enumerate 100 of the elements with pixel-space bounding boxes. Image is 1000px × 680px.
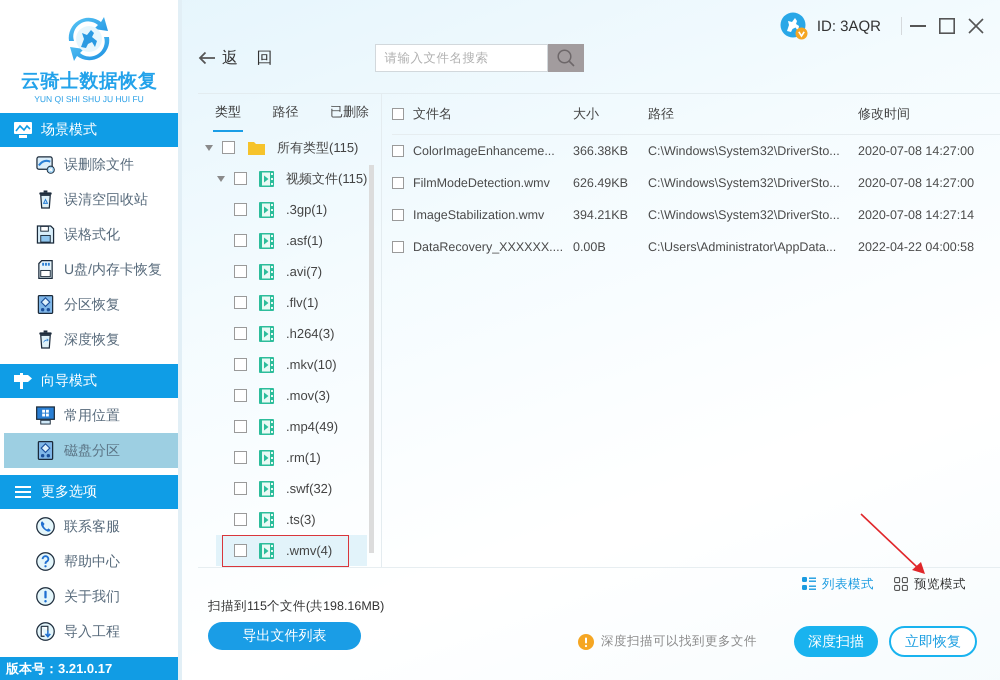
- tree-item[interactable]: .mov(3): [216, 380, 368, 411]
- tree-checkbox[interactable]: [234, 358, 247, 371]
- close-button[interactable]: [968, 18, 984, 34]
- video-file-icon: [259, 232, 274, 248]
- tree-item[interactable]: .mkv(10): [216, 349, 368, 380]
- video-file-icon: [259, 450, 274, 466]
- document-icon: [36, 622, 55, 641]
- video-file-icon: [259, 480, 274, 496]
- video-file-icon: [259, 388, 274, 404]
- column-header[interactable]: 大小: [573, 105, 599, 123]
- table-cell: ImageStabilization.wmv: [413, 208, 544, 222]
- video-file-icon: [259, 202, 274, 218]
- monitor-icon: [36, 406, 55, 425]
- table-cell: 2020-07-08 14:27:14: [858, 208, 974, 222]
- deep-scan-tip: 深度扫描可以找到更多文件: [601, 633, 757, 650]
- tree-item[interactable]: .rm(1): [216, 442, 368, 473]
- tree-checkbox[interactable]: [234, 172, 247, 185]
- sidebar-item[interactable]: 分区恢复: [4, 287, 178, 322]
- monitor-icon: [14, 122, 32, 138]
- table-cell: FilmModeDetection.wmv: [413, 176, 550, 190]
- sidebar-item[interactable]: 误格式化: [4, 217, 178, 252]
- search-button[interactable]: [548, 44, 584, 72]
- table-cell: 394.21KB: [573, 208, 628, 222]
- tree-item[interactable]: .3gp(1): [216, 194, 368, 225]
- video-file-icon: [259, 326, 274, 342]
- sidebar-item[interactable]: 常用位置: [4, 398, 178, 433]
- tree-item[interactable]: 视频文件(115): [216, 163, 368, 194]
- tree-checkbox[interactable]: [234, 296, 247, 309]
- maximize-button[interactable]: [939, 18, 955, 34]
- sidebar-item[interactable]: 导入工程: [4, 614, 178, 649]
- tree-checkbox[interactable]: [234, 265, 247, 278]
- tree-item[interactable]: .flv(1): [216, 287, 368, 318]
- section-title: 向导模式: [41, 372, 97, 390]
- logo-subtitle: YUN QI SHI SHU JU HUI FU: [34, 94, 144, 105]
- tree-checkbox[interactable]: [222, 141, 235, 154]
- table-cell: 2022-04-22 04:00:58: [858, 240, 974, 254]
- card-icon: [36, 155, 55, 174]
- search-field[interactable]: 请输入文件名搜索: [375, 44, 548, 72]
- tree-checkbox[interactable]: [234, 389, 247, 402]
- tree-checkbox[interactable]: [234, 544, 247, 557]
- video-file-icon: [259, 264, 274, 280]
- tree-checkbox[interactable]: [234, 451, 247, 464]
- tree-checkbox[interactable]: [234, 482, 247, 495]
- tree-item[interactable]: .asf(1): [216, 225, 368, 256]
- video-file-icon: [259, 170, 274, 186]
- sidebar-item[interactable]: 误删除文件: [4, 147, 178, 182]
- tree-item[interactable]: .ts(3): [216, 504, 368, 535]
- filter-tab[interactable]: 类型: [213, 94, 243, 132]
- table-cell: 366.38KB: [573, 144, 628, 158]
- expand-triangle-icon[interactable]: [217, 176, 225, 182]
- expand-triangle-icon[interactable]: [205, 144, 213, 150]
- column-header[interactable]: 路径: [648, 105, 674, 123]
- tree-item[interactable]: .wmv(4): [216, 535, 368, 566]
- tree-item[interactable]: .mp4(49): [216, 411, 368, 442]
- list-view-icon: [802, 577, 816, 591]
- row-checkbox[interactable]: [392, 209, 404, 221]
- tree-checkbox[interactable]: [234, 327, 247, 340]
- tree-checkbox[interactable]: [234, 203, 247, 216]
- view-mode-button[interactable]: 预览模式: [894, 574, 966, 594]
- video-file-icon: [259, 418, 274, 434]
- scrollbar[interactable]: [369, 165, 374, 553]
- help-icon: [36, 552, 55, 571]
- tree-item[interactable]: .avi(7): [216, 256, 368, 287]
- select-all-checkbox[interactable]: [392, 108, 404, 120]
- column-header[interactable]: 文件名: [413, 105, 452, 123]
- column-header[interactable]: 修改时间: [858, 105, 910, 123]
- sidebar-item[interactable]: U盘/内存卡恢复: [4, 252, 178, 287]
- hard-drive-icon: [36, 295, 55, 314]
- video-file-icon: [259, 294, 274, 310]
- section-title: 场景模式: [41, 121, 97, 139]
- tree-checkbox[interactable]: [234, 513, 247, 526]
- back-button[interactable]: 返 回: [198, 48, 272, 68]
- sidebar-item[interactable]: 帮助中心: [4, 544, 178, 579]
- sidebar-item[interactable]: 关于我们: [4, 579, 178, 614]
- info-icon: [36, 587, 55, 606]
- phone-icon: [36, 517, 55, 536]
- sidebar-item[interactable]: 深度恢复: [4, 322, 178, 357]
- filter-tab[interactable]: 路径: [270, 94, 300, 132]
- table-cell: C:\Windows\System32\DriverSto...: [648, 144, 840, 158]
- table-cell: 2020-07-08 14:27:00: [858, 144, 974, 158]
- table-cell: C:\Windows\System32\DriverSto...: [648, 176, 840, 190]
- table-cell: 0.00B: [573, 240, 606, 254]
- section-title: 更多选项: [41, 483, 97, 501]
- sidebar-item[interactable]: 误清空回收站: [4, 182, 178, 217]
- tree-item[interactable]: .swf(32): [216, 473, 368, 504]
- table-cell: 2020-07-08 14:27:00: [858, 176, 974, 190]
- tree-checkbox[interactable]: [234, 234, 247, 247]
- row-checkbox[interactable]: [392, 177, 404, 189]
- tree-checkbox[interactable]: [234, 420, 247, 433]
- video-file-icon: [259, 356, 274, 372]
- account-id: ID: 3AQR: [816, 18, 881, 34]
- tree-item[interactable]: 所有类型(115): [204, 132, 368, 163]
- table-cell: C:\Users\Administrator\AppData...: [648, 240, 836, 254]
- filter-tab[interactable]: 已删除: [328, 94, 371, 132]
- tree-item[interactable]: .h264(3): [216, 318, 368, 349]
- row-checkbox[interactable]: [392, 145, 404, 157]
- folder-icon: [248, 140, 265, 154]
- sidebar-item[interactable]: 联系客服: [4, 509, 178, 544]
- minimize-icon: [910, 25, 926, 27]
- row-checkbox[interactable]: [392, 241, 404, 253]
